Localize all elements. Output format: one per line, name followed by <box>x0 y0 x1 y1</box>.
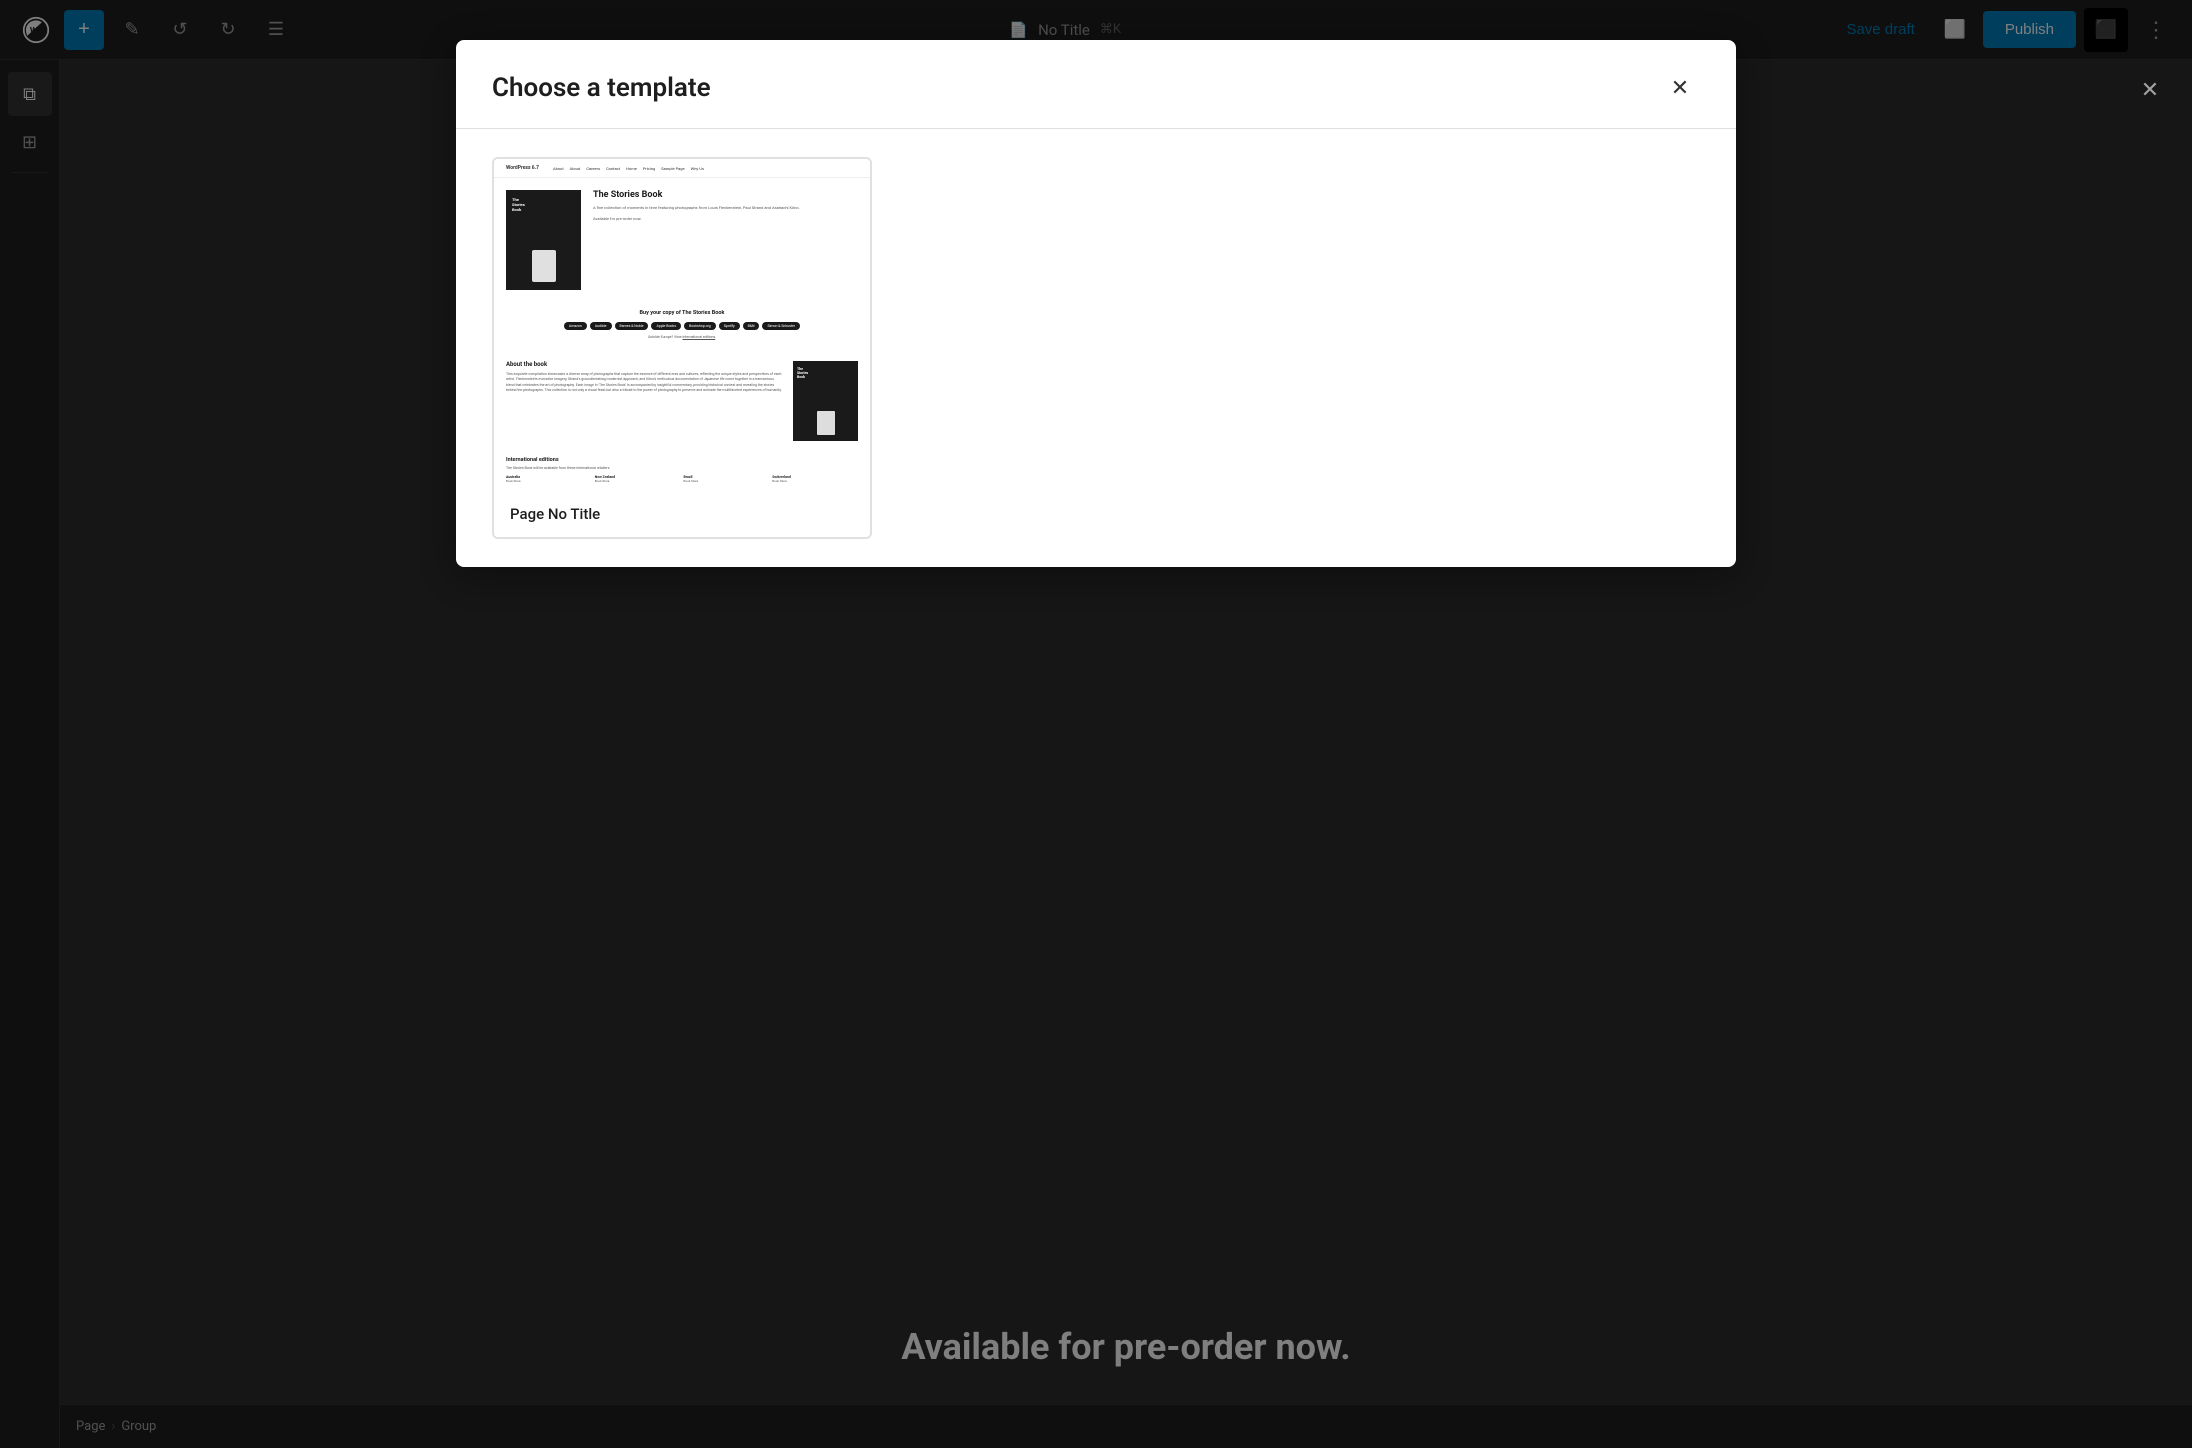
mini-nav-link-about2: About <box>570 166 581 171</box>
mini-nav-link-sample: Sample Page <box>661 166 684 171</box>
close-icon: ✕ <box>1671 75 1689 101</box>
mini-hero-cta: Available for pre-order now. <box>593 216 858 221</box>
mini-nav-link-about: About <box>553 166 564 171</box>
mini-hero: TheStoriesBook The Stories Book A fine c… <box>494 178 870 302</box>
outer-close-button[interactable]: ✕ <box>2128 68 2172 112</box>
mini-book-cover-text: TheStoriesBook <box>512 198 525 212</box>
mini-site-preview: WordPress 6.7 About About Careers Contac… <box>494 159 870 491</box>
mini-international-section: International editions The Stories Book … <box>494 449 870 491</box>
mini-store-brazil: Book Store <box>684 479 770 483</box>
mini-nav: WordPress 6.7 About About Careers Contac… <box>494 159 870 178</box>
mini-hero-title: The Stories Book <box>593 190 858 201</box>
mini-hero-desc: A fine collection of moments in time fea… <box>593 205 858 211</box>
mini-about-book-text: TheStoriesBook <box>797 367 808 380</box>
mini-buy-btn-amazon: Amazon <box>564 322 587 330</box>
mini-store-nz: Book Store <box>595 479 681 483</box>
modal-header: Choose a template ✕ <box>456 40 1736 129</box>
template-chooser-modal: Choose a template ✕ WordPress 6.7 About … <box>456 40 1736 567</box>
mini-about-desc: This exquisite compilation showcases a d… <box>506 372 783 393</box>
modal-close-button[interactable]: ✕ <box>1660 68 1700 108</box>
mini-nav-link-home: Home <box>626 166 637 171</box>
mini-intl-item-nz: New Zealand Book Store <box>595 475 681 483</box>
modal-overlay[interactable]: Choose a template ✕ WordPress 6.7 About … <box>0 0 2192 1448</box>
mini-hero-text: The Stories Book A fine collection of mo… <box>593 190 858 290</box>
mini-nav-link-whyus: Why Us <box>691 166 704 171</box>
mini-outside-text: Outside Europe? View international editi… <box>506 335 858 345</box>
mini-buy-btn-bookshop: Bookshop.org <box>684 322 716 330</box>
mini-intl-item-switzerland: Switzerland Book Store <box>772 475 858 483</box>
mini-buy-btn-barnes: Barnes & Noble <box>615 322 649 330</box>
template-label: Page No Title <box>494 491 870 537</box>
mini-nav-link-contact: Contact <box>606 166 620 171</box>
mini-buy-section: Buy your copy of The Stories Book Amazon… <box>494 302 870 353</box>
mini-book-cover: TheStoriesBook <box>506 190 581 290</box>
mini-buy-title: Buy your copy of The Stories Book <box>506 310 858 316</box>
mini-intl-title: International editions <box>506 457 858 463</box>
mini-store-australia: Book Store <box>506 479 592 483</box>
mini-buy-btn-simon: Simon & Schuster <box>762 322 800 330</box>
mini-intl-item-brazil: Brazil Book Store <box>684 475 770 483</box>
mini-about-book: TheStoriesBook <box>793 361 858 441</box>
template-preview: WordPress 6.7 About About Careers Contac… <box>494 159 870 491</box>
mini-book-figure <box>532 250 556 282</box>
mini-nav-link-pricing: Pricing <box>643 166 655 171</box>
mini-buy-btn-audible: Audible <box>590 322 612 330</box>
mini-store-switzerland: Book Store <box>772 479 858 483</box>
mini-intl-item-australia: Australia Book Store <box>506 475 592 483</box>
mini-buy-btn-spotify: Spotify <box>719 322 740 330</box>
mini-buy-btn-apple: Apple Books <box>651 322 681 330</box>
mini-about-figure <box>817 411 835 435</box>
modal-body: WordPress 6.7 About About Careers Contac… <box>456 129 1736 567</box>
outer-close-icon: ✕ <box>2141 77 2159 103</box>
template-card[interactable]: WordPress 6.7 About About Careers Contac… <box>492 157 872 539</box>
mini-buy-buttons: Amazon Audible Barnes & Noble Apple Book… <box>506 322 858 330</box>
mini-buy-btn-bni: B&N <box>743 322 760 330</box>
mini-about-title: About the book <box>506 361 783 368</box>
modal-title: Choose a template <box>492 73 711 103</box>
mini-intl-subtitle: The Stories Book will be available from … <box>506 466 858 470</box>
mini-about-section: About the book This exquisite compilatio… <box>494 353 870 449</box>
mini-nav-brand: WordPress 6.7 <box>506 165 539 171</box>
mini-nav-link-careers: Careers <box>586 166 600 171</box>
mini-about-text: About the book This exquisite compilatio… <box>506 361 783 441</box>
mini-intl-grid: Australia Book Store New Zealand Book St… <box>506 475 858 483</box>
